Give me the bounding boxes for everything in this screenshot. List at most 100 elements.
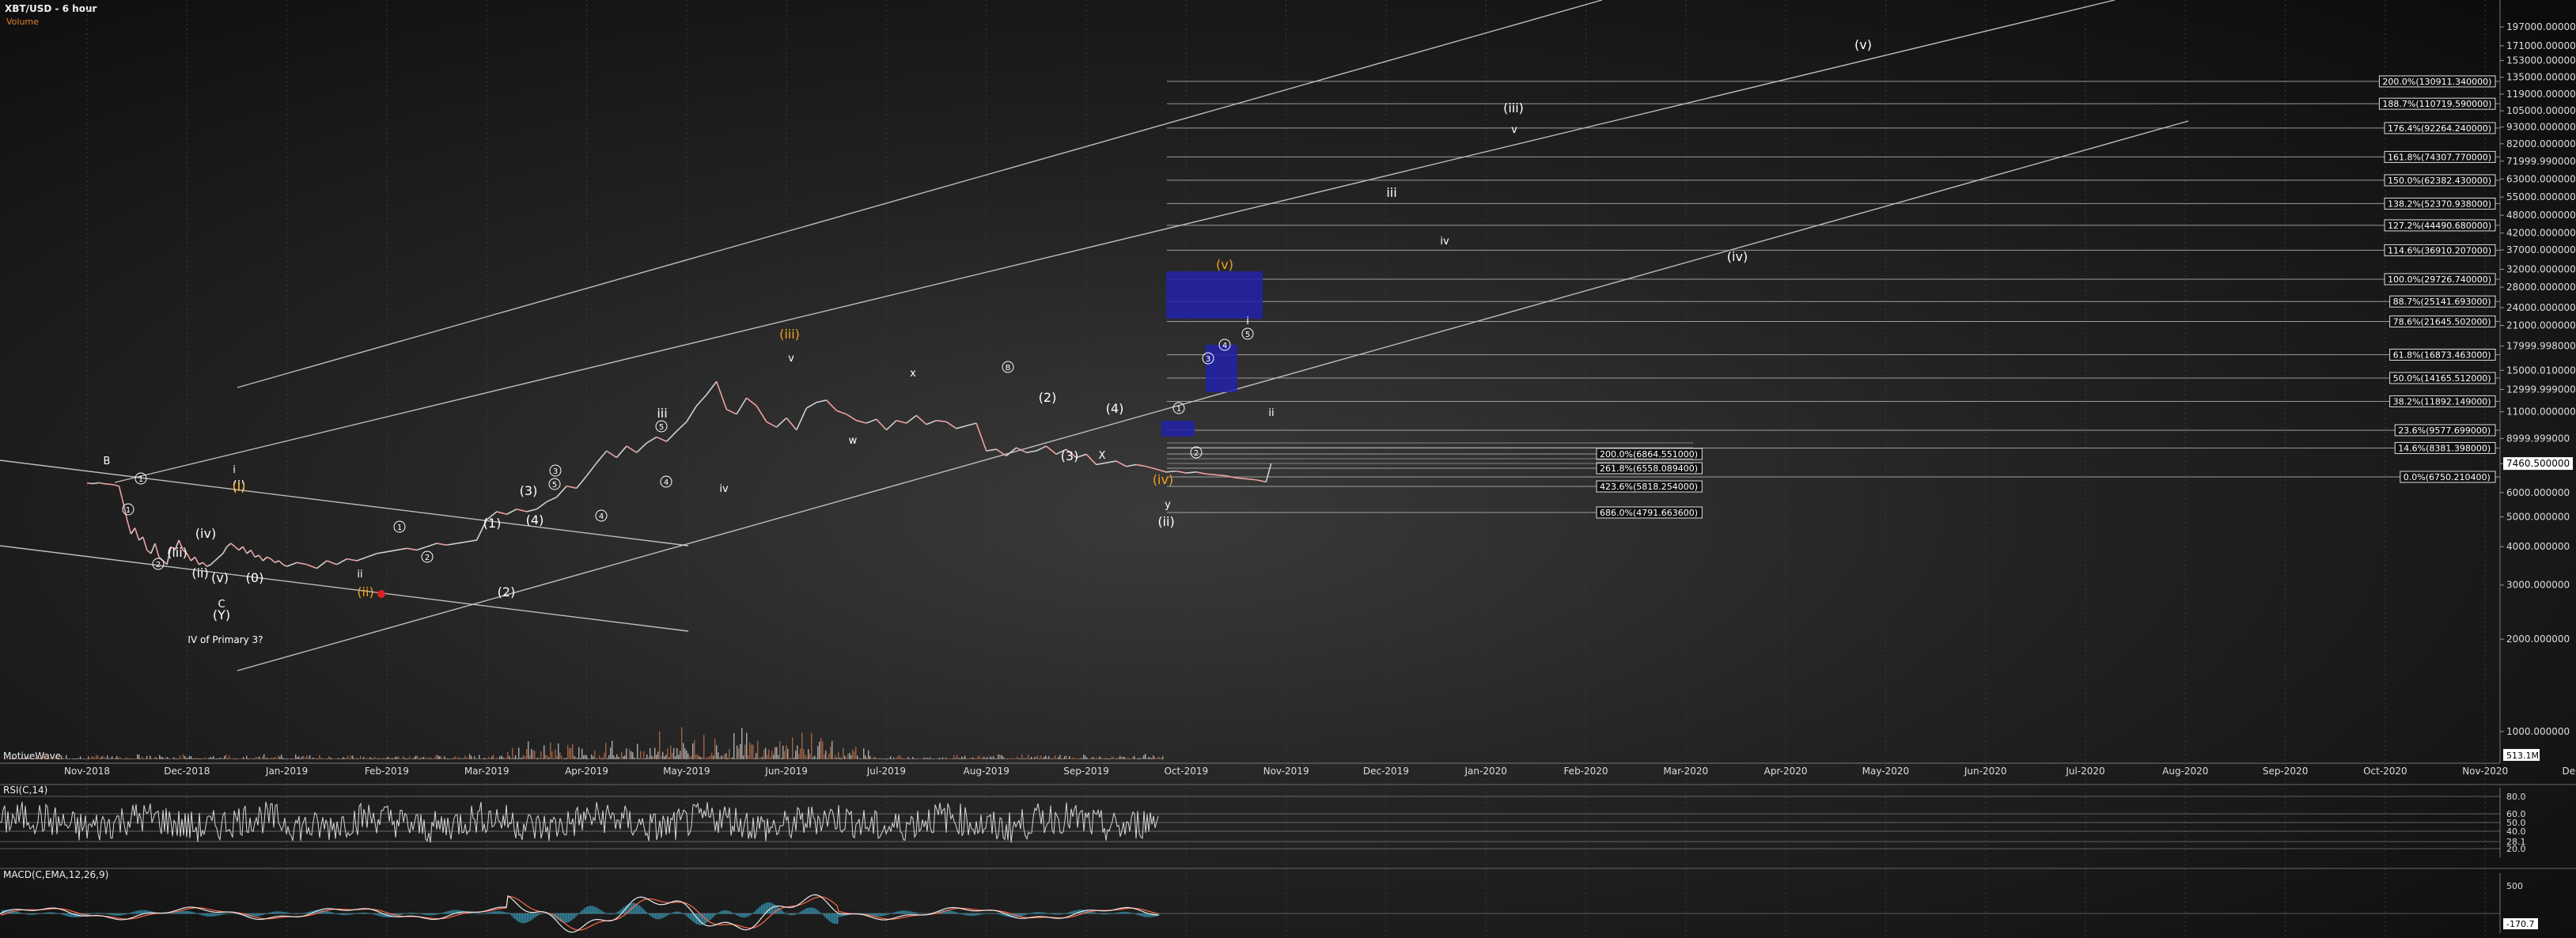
macd-hist-bar [52, 912, 54, 914]
volume-bar [857, 755, 858, 759]
price-segment [1265, 463, 1272, 482]
macd-hist-bar [699, 913, 701, 925]
fib-label: 14.6%(8381.398000) [2398, 443, 2491, 453]
macd-hist-bar [380, 913, 381, 917]
price-segment [326, 560, 338, 565]
macd-hist-bar [812, 907, 813, 914]
volume-bar [634, 757, 635, 759]
macd-hist-bar [658, 913, 660, 920]
macd-hist-bar [737, 913, 739, 917]
volume-bar [819, 741, 820, 759]
volume-bar [721, 755, 722, 759]
volume-bar [1002, 756, 1004, 759]
macd-hist-bar [661, 913, 663, 919]
macd-hist-bar [492, 911, 494, 914]
macd-hist-bar [973, 913, 975, 916]
volume-bar [29, 758, 31, 759]
volume-bar [1110, 758, 1112, 759]
volume-bar [301, 756, 303, 759]
volume-bar [656, 755, 657, 759]
volume-bar [358, 758, 360, 759]
wave-label: (4) [526, 512, 544, 528]
wave-label: (iii) [167, 545, 188, 560]
macd-hist-bar [117, 913, 119, 916]
volume-bar [396, 757, 398, 759]
volume-bar [558, 743, 559, 759]
x-tick-label: Dec-2018 [164, 766, 210, 777]
volume-bar [350, 755, 352, 759]
fib-label: 88.7%(25141.693000) [2393, 297, 2491, 307]
volume-bar [401, 758, 403, 759]
macd-hist-bar [1073, 910, 1074, 914]
price-segment [915, 414, 927, 426]
price-segment [636, 442, 647, 453]
volume-bar [436, 755, 438, 759]
macd-hist-bar [285, 912, 286, 914]
wave-label: (v) [1216, 257, 1233, 272]
macd-hist-bar [736, 913, 737, 916]
macd-hist-bar [328, 910, 329, 914]
macd-hist-bar [972, 913, 973, 917]
price-segment [336, 558, 347, 565]
volume-bar [811, 732, 813, 759]
volume-bar [213, 755, 214, 759]
volume-bar [550, 742, 551, 759]
volume-bar [67, 758, 69, 759]
volume-bars [4, 727, 1164, 759]
volume-bar [61, 755, 63, 759]
volume-bar [1140, 758, 1142, 759]
target-box [1206, 345, 1237, 392]
macd-hist-bar [185, 910, 187, 914]
volume-bar [78, 757, 80, 759]
y-tick-label: 55000.000000 [2506, 191, 2576, 202]
macd-hist-bar [421, 913, 422, 914]
volume-bar [463, 758, 464, 759]
volume-bar [982, 758, 983, 759]
volume-bar [624, 755, 626, 759]
macd-hist-bar [22, 913, 24, 914]
volume-bar [20, 758, 21, 759]
macd-hist-bar [1141, 913, 1142, 917]
volume-bar [994, 758, 996, 759]
fib-label: 176.4%(92264.240000) [2388, 123, 2491, 134]
volume-bar [132, 758, 134, 759]
volume-bar [69, 758, 70, 759]
volume-bar [466, 757, 468, 759]
volume-bar [284, 758, 286, 759]
macd-hist-bar [780, 909, 782, 914]
volume-bar [154, 756, 156, 759]
macd-hist-bar [141, 910, 142, 914]
volume-bar [947, 758, 949, 759]
volume-bar [743, 755, 744, 759]
macd-hist-bar [1055, 913, 1057, 915]
price-chart[interactable]: 200.0%(130911.340000) 188.7%(110719.59000… [0, 0, 2576, 938]
price-segment [616, 445, 627, 459]
price-segment [306, 563, 317, 569]
volume-bar [102, 755, 104, 759]
volume-bar [920, 758, 922, 759]
price-segment [234, 546, 240, 551]
volume-bar [629, 749, 631, 759]
macd-hist-bar [794, 913, 796, 915]
channel-lines [0, 0, 2189, 671]
volume-bar [200, 758, 202, 759]
macd-hist-bar [597, 907, 598, 914]
volume-bar [839, 757, 841, 759]
volume-bar [230, 758, 232, 759]
volume-bar [129, 758, 131, 759]
volume-bar [91, 756, 93, 759]
macd-hist-bar [259, 913, 261, 916]
volume-bar [844, 755, 846, 759]
macd-hist-bar [435, 913, 437, 915]
volume-bar [608, 755, 610, 759]
price-segment [715, 381, 728, 410]
macd-hist-bar [595, 906, 597, 914]
volume-bar [751, 744, 752, 759]
volume-bar [298, 756, 300, 759]
macd-hist-bar [739, 913, 741, 917]
macd-hist-bar [438, 913, 440, 914]
macd-hist-bar [122, 913, 123, 916]
volume-bar [31, 758, 32, 759]
price-segment [1026, 450, 1036, 454]
macd-hist-bar [356, 913, 358, 914]
